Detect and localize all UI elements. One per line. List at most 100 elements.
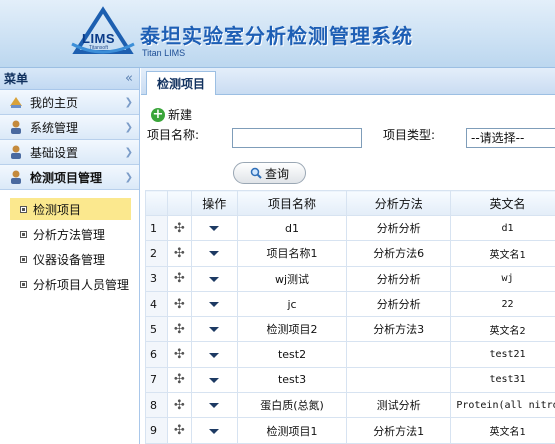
expand-icon[interactable]: ✣	[174, 372, 185, 387]
row-number: 2	[145, 240, 168, 267]
logo-text: LIMS	[82, 31, 116, 46]
row-expand-cell[interactable]: ✣	[166, 214, 192, 242]
cell-method: 测试分析	[346, 392, 452, 419]
cell-name: 检测项目2	[236, 316, 348, 343]
row-number: 1	[145, 214, 168, 242]
expand-icon[interactable]: ✣	[174, 347, 185, 362]
dropdown-arrow-icon[interactable]	[209, 403, 220, 409]
expand-icon[interactable]: ✣	[174, 297, 185, 312]
row-number: 7	[145, 366, 168, 394]
cell-english-name: Protein(all nitro	[450, 392, 555, 419]
dropdown-arrow-icon[interactable]	[209, 327, 220, 333]
row-actions-cell[interactable]	[190, 366, 238, 394]
collapse-icon[interactable]: «	[125, 71, 133, 86]
row-actions-cell[interactable]	[190, 214, 238, 242]
submenu-item-personnel[interactable]: 分析项目人员管理	[10, 273, 131, 295]
table-row[interactable]: 5 ✣ 检测项目2 分析方法3 英文名2	[145, 316, 555, 343]
cell-english-name: 英文名1	[450, 240, 555, 267]
sidebar-item-basic-settings[interactable]: 基础设置 ❯	[0, 140, 139, 165]
submenu-label: 分析项目人员管理	[33, 277, 130, 292]
bullet-icon	[20, 205, 27, 213]
dropdown-arrow-icon[interactable]	[209, 352, 220, 358]
app-title: 泰坦实验室分析检测管理系统	[140, 24, 413, 48]
project-name-label: 项目名称:	[147, 128, 200, 142]
column-header-name[interactable]: 项目名称	[236, 190, 348, 216]
expand-icon[interactable]: ✣	[174, 322, 185, 337]
cell-name: jc	[236, 290, 348, 318]
sidebar-title: 菜单	[4, 72, 29, 86]
cell-english-name: 英文名1	[450, 417, 555, 444]
chevron-down-icon: ❯	[124, 146, 133, 158]
cell-english-name: 英文名2	[450, 316, 555, 343]
sidebar-item-home[interactable]: 我的主页 ❯	[0, 90, 139, 115]
sidebar-item-label: 检测项目管理	[30, 170, 103, 185]
dropdown-arrow-icon[interactable]	[209, 302, 220, 308]
tab-test-projects[interactable]: 检测项目	[146, 71, 217, 95]
table-row[interactable]: 7 ✣ test3 test31	[145, 366, 555, 394]
table-row[interactable]: 2 ✣ 项目名称1 分析方法6 英文名1	[145, 240, 555, 267]
cell-method	[346, 341, 452, 368]
cell-name: 检测项目1	[236, 417, 348, 444]
table-row[interactable]: 4 ✣ jc 分析分析 22	[145, 290, 555, 318]
row-actions-cell[interactable]	[190, 265, 238, 292]
main-panel: 检测项目 + 新建 项目名称: 项目类型: --请选择-- 查询 操作 项目名称…	[141, 68, 555, 444]
sidebar-item-test-projects[interactable]: 检测项目管理 ❯	[0, 165, 139, 190]
row-actions-cell[interactable]	[190, 417, 238, 444]
cell-method: 分析方法6	[346, 240, 452, 267]
dropdown-arrow-icon[interactable]	[209, 276, 220, 282]
dropdown-arrow-icon[interactable]	[209, 377, 220, 383]
column-header-method[interactable]: 分析方法	[346, 190, 452, 216]
project-type-select[interactable]: --请选择--	[466, 128, 555, 148]
home-icon	[8, 94, 24, 110]
table-row[interactable]: 3 ✣ wj测试 分析分析 wj	[145, 265, 555, 292]
column-header-english[interactable]: 英文名	[450, 190, 555, 216]
row-number: 5	[145, 316, 168, 343]
bullet-icon	[20, 280, 27, 288]
row-expand-cell[interactable]: ✣	[166, 316, 192, 343]
project-name-input[interactable]	[232, 128, 362, 148]
table-row[interactable]: 6 ✣ test2 test21	[145, 341, 555, 368]
cell-method: 分析方法1	[346, 417, 452, 444]
app-header: LIMS Titansoft 泰坦实验室分析检测管理系统 Titan LIMS	[0, 0, 555, 68]
row-actions-cell[interactable]	[190, 240, 238, 267]
row-expand-cell[interactable]: ✣	[166, 341, 192, 368]
sidebar-item-system[interactable]: 系统管理 ❯	[0, 115, 139, 140]
expand-icon[interactable]: ✣	[174, 246, 185, 261]
expand-icon[interactable]: ✣	[174, 423, 185, 438]
table-row[interactable]: 9 ✣ 检测项目1 分析方法1 英文名1	[145, 417, 555, 444]
table-row[interactable]: 8 ✣ 蛋白质(总氮) 测试分析 Protein(all nitro	[145, 392, 555, 419]
new-button-label: 新建	[168, 108, 193, 122]
row-actions-cell[interactable]	[190, 290, 238, 318]
cell-english-name: wj	[450, 265, 555, 292]
query-button[interactable]: 查询	[233, 162, 306, 184]
column-header	[166, 190, 192, 216]
row-expand-cell[interactable]: ✣	[166, 240, 192, 267]
project-type-label: 项目类型:	[383, 128, 436, 142]
expand-icon[interactable]: ✣	[174, 271, 185, 286]
row-expand-cell[interactable]: ✣	[166, 417, 192, 444]
dropdown-arrow-icon[interactable]	[209, 428, 220, 434]
expand-icon[interactable]: ✣	[174, 398, 185, 413]
row-expand-cell[interactable]: ✣	[166, 265, 192, 292]
submenu-item-test-projects[interactable]: 检测项目	[10, 198, 131, 220]
row-actions-cell[interactable]	[190, 316, 238, 343]
submenu-item-methods[interactable]: 分析方法管理	[10, 223, 131, 245]
submenu-item-equipment[interactable]: 仪器设备管理	[10, 248, 131, 270]
dropdown-arrow-icon[interactable]	[209, 251, 220, 257]
row-number: 9	[145, 417, 168, 444]
row-number: 8	[145, 392, 168, 419]
column-header-actions: 操作	[190, 190, 238, 216]
new-button[interactable]: + 新建	[151, 106, 192, 123]
expand-icon[interactable]: ✣	[174, 221, 185, 236]
row-expand-cell[interactable]: ✣	[166, 366, 192, 394]
row-actions-cell[interactable]	[190, 392, 238, 419]
table-row[interactable]: 1 ✣ d1 分析分析 d1	[145, 214, 555, 242]
row-actions-cell[interactable]	[190, 341, 238, 368]
submenu-label: 仪器设备管理	[33, 252, 106, 267]
cell-name: test2	[236, 341, 348, 368]
bullet-icon	[20, 255, 27, 263]
dropdown-arrow-icon[interactable]	[209, 226, 220, 232]
row-expand-cell[interactable]: ✣	[166, 290, 192, 318]
submenu: 检测项目 分析方法管理 仪器设备管理 分析项目人员管理	[0, 190, 139, 295]
row-expand-cell[interactable]: ✣	[166, 392, 192, 419]
